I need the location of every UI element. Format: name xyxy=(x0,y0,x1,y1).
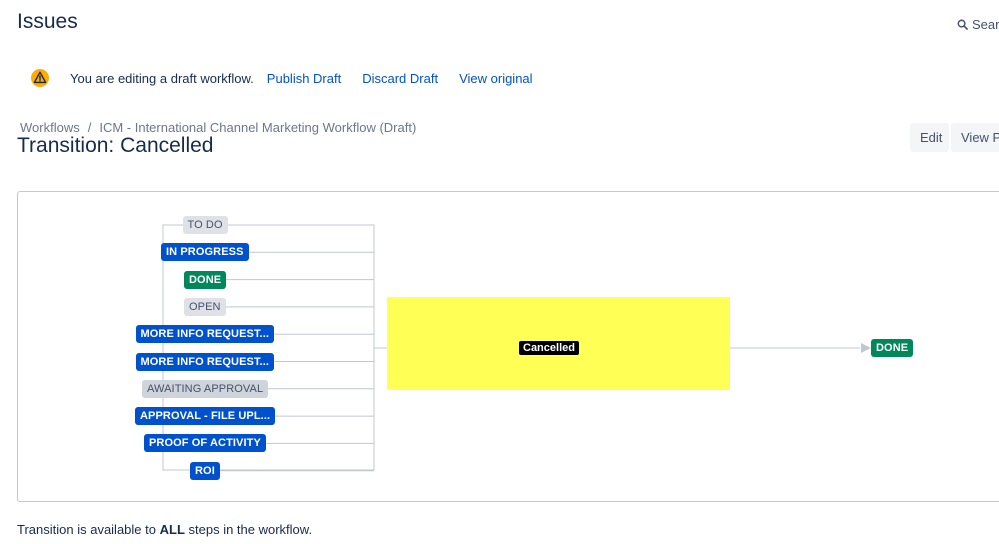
warning-icon xyxy=(30,68,50,88)
source-status-4[interactable]: OPEN xyxy=(184,297,226,316)
page-header-title: Issues xyxy=(17,10,78,33)
draft-message: You are editing a draft workflow. xyxy=(70,70,254,86)
source-status-7[interactable]: AWAITING APPROVAL xyxy=(142,379,269,398)
target-status-done[interactable]: DONE xyxy=(871,339,914,357)
edit-button[interactable]: Edit xyxy=(910,123,949,152)
source-status-9[interactable]: PROOF OF ACTIVITY xyxy=(144,434,266,453)
search-label: Search xyxy=(972,17,999,32)
source-status-5[interactable]: MORE INFO REQUEST... xyxy=(135,325,275,344)
source-group-bracket xyxy=(162,224,375,471)
source-status-8[interactable]: APPROVAL - FILE UPL... xyxy=(135,407,276,426)
source-status-6[interactable]: MORE INFO REQUEST... xyxy=(135,352,275,371)
draft-warning-banner: You are editing a draft workflow. Publis… xyxy=(30,66,554,90)
availability-note: Transition is available to ALL steps in … xyxy=(17,522,312,537)
breadcrumb-current-workflow-link[interactable]: ICM - International Channel Marketing Wo… xyxy=(99,120,416,135)
publish-draft-link[interactable]: Publish Draft xyxy=(267,71,341,86)
breadcrumb-separator: / xyxy=(87,120,92,135)
breadcrumb: Workflows / ICM - International Channel Ma… xyxy=(20,120,416,135)
workflow-transition-diagram: Cancelled TO DO IN PROGRESS DONE OPEN MORE I… xyxy=(17,191,999,502)
transition-title: Transition: Cancelled xyxy=(17,134,214,157)
transition-arrowhead xyxy=(861,343,871,353)
source-status-1[interactable]: TO DO xyxy=(182,216,228,234)
discard-draft-link[interactable]: Discard Draft xyxy=(362,71,438,86)
availability-emphasis: ALL xyxy=(159,522,185,537)
transition-name-label[interactable]: Cancelled xyxy=(519,341,579,355)
view-properties-button[interactable]: View Properties xyxy=(951,123,999,152)
availability-prefix: Transition is available to xyxy=(17,522,156,537)
source-status-2[interactable]: IN PROGRESS xyxy=(161,243,249,262)
view-original-link[interactable]: View original xyxy=(459,71,532,86)
source-status-3[interactable]: DONE xyxy=(184,270,227,289)
search-icon xyxy=(957,19,968,30)
breadcrumb-workflows-link[interactable]: Workflows xyxy=(20,120,80,135)
availability-suffix: steps in the workflow. xyxy=(188,522,313,537)
search-link[interactable]: Search xyxy=(957,17,999,32)
source-status-10[interactable]: ROI xyxy=(190,461,220,480)
